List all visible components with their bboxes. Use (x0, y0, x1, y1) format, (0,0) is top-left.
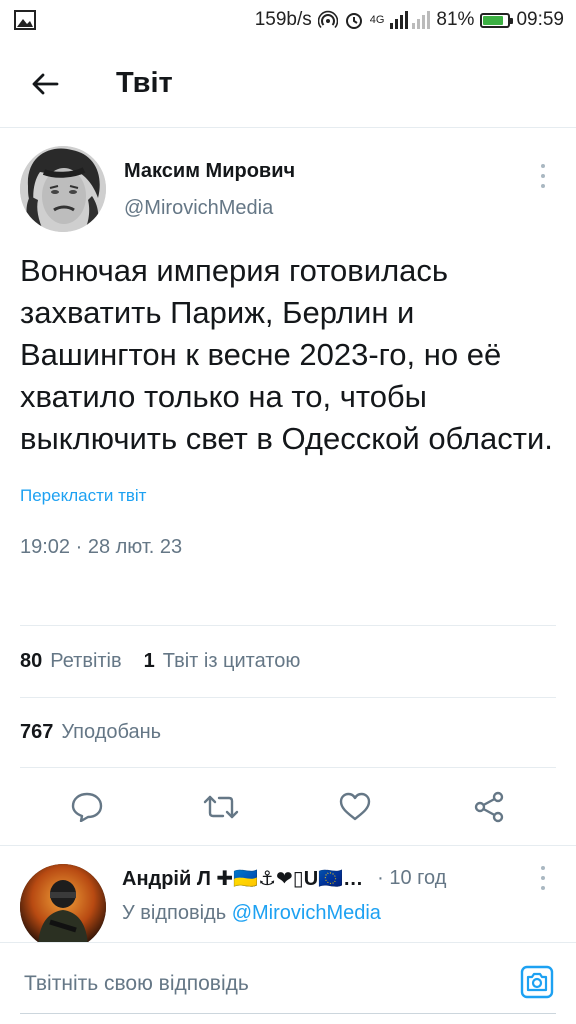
reply-icon (71, 792, 103, 822)
tweet-timestamp: 19:02 · 28 лют. 23 (20, 536, 183, 558)
composer-underline (20, 1013, 556, 1014)
reply-author-name[interactable]: Андрій Л ✚🇺🇦⚓❤▯U🇪🇺… (122, 866, 363, 891)
stats-row-retweets: 80 Ретвітів 1 Твіт із цитатою (20, 650, 300, 673)
quotes-count: 1 (143, 650, 155, 672)
retweets-label: Ретвітів (50, 650, 122, 672)
divider (20, 767, 556, 768)
reply-more-options-icon[interactable] (538, 866, 548, 890)
likes-stat[interactable]: 767 Уподобань (20, 721, 161, 744)
author-info: Максим Мирович @MirovichMedia (124, 146, 295, 232)
like-icon (339, 792, 371, 821)
likes-label: Уподобань (61, 721, 162, 743)
retweets-count: 80 (20, 650, 43, 672)
reply-button[interactable] (59, 779, 115, 835)
divider (20, 625, 556, 626)
author-name[interactable]: Максим Мирович (124, 160, 295, 183)
reply-avatar[interactable] (20, 864, 106, 942)
reply-time: · 10 год (377, 867, 447, 889)
avatar-image (20, 146, 106, 232)
tweet-author-row: Максим Мирович @MirovichMedia (20, 146, 556, 232)
retweet-icon (203, 795, 239, 819)
author-handle[interactable]: @MirovichMedia (124, 197, 295, 220)
reply-avatar-image (20, 864, 106, 942)
likes-count: 767 (20, 721, 54, 743)
arrow-left-icon (32, 73, 59, 94)
share-button[interactable] (461, 779, 517, 835)
image-icon (14, 10, 36, 30)
translate-tweet-link[interactable]: Перекласти твіт (20, 486, 146, 506)
share-icon (474, 791, 504, 823)
quotes-label: Твіт із цитатою (162, 650, 301, 672)
network-type: 4G (369, 14, 385, 26)
reply-to-prefix: У відповідь (122, 902, 227, 924)
retweet-button[interactable] (193, 779, 249, 835)
author-avatar[interactable] (20, 146, 106, 232)
clock: 09:59 (516, 9, 564, 30)
more-options-icon[interactable] (538, 164, 548, 188)
reply-to-line: У відповідь @MirovichMedia (122, 902, 381, 925)
status-bar: 159b/s 4G 81% 09:59 (0, 0, 576, 40)
camera-button[interactable] (520, 965, 554, 999)
tweet-actions (0, 772, 576, 842)
battery-icon (480, 12, 514, 28)
reply-to-mention[interactable]: @MirovichMedia (232, 902, 381, 924)
page-title: Твіт (116, 67, 173, 99)
retweets-stat[interactable]: 80 Ретвітів (20, 650, 122, 673)
battery-fill (483, 15, 503, 25)
reply-input[interactable] (0, 943, 576, 1024)
alarm-icon (345, 13, 362, 29)
signal-icon (390, 11, 431, 29)
tweet: Максим Мирович @MirovichMedia Вонючая им… (20, 146, 556, 559)
like-button[interactable] (327, 779, 383, 835)
app-header: Твіт (0, 40, 576, 128)
battery-percent: 81% (436, 9, 475, 30)
network-speed: 159b/s (254, 9, 312, 30)
camera-icon (520, 965, 554, 999)
section-divider (0, 845, 576, 846)
reply-tweet[interactable]: Андрій Л ✚🇺🇦⚓❤▯U🇪🇺… · 10 год У відповідь… (20, 862, 556, 942)
quotes-stat[interactable]: 1 Твіт із цитатою (144, 650, 301, 673)
divider (20, 697, 556, 698)
stats-row-likes: 767 Уподобань (20, 721, 161, 744)
hotspot-icon (317, 10, 338, 29)
reply-composer (0, 942, 576, 1024)
tweet-text: Вонючая империя готовилась захватить Пар… (20, 253, 553, 456)
reply-header: Андрій Л ✚🇺🇦⚓❤▯U🇪🇺… · 10 год (122, 866, 446, 891)
back-button[interactable] (0, 40, 90, 128)
